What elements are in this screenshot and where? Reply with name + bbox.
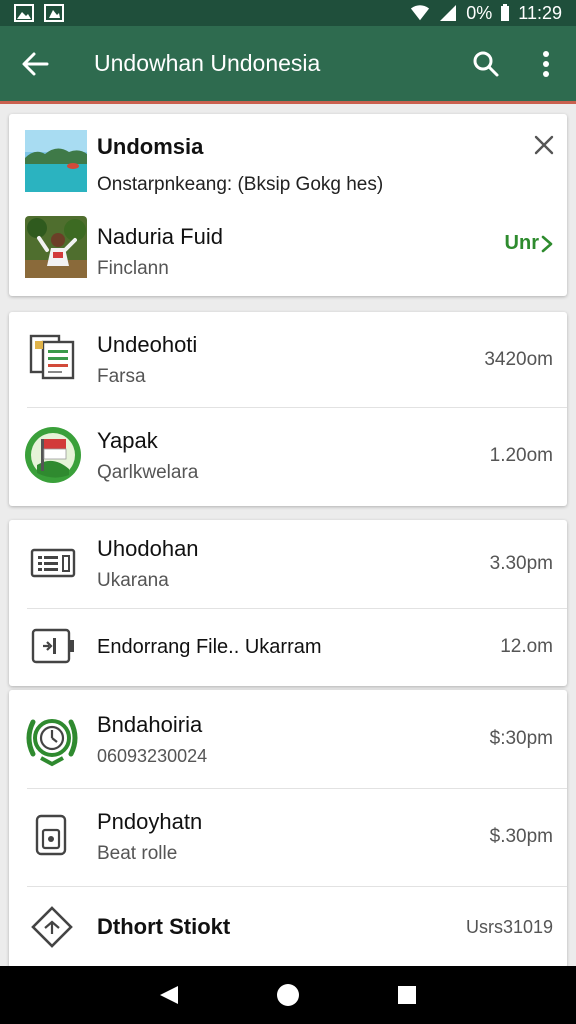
item-time: 12.om (500, 636, 553, 657)
person-thumbnail (25, 216, 87, 278)
image-notification-icon (44, 4, 64, 22)
list-card: Undeohoti Farsa 3420om Yapak Qarlkwelara… (9, 312, 567, 506)
item-title: Uhodohan (97, 536, 199, 561)
close-icon (534, 135, 554, 155)
signal-icon (440, 5, 457, 21)
search-icon (473, 51, 499, 76)
triangle-back-icon (160, 986, 179, 1004)
app-bar: Undowhan Undonesia (0, 26, 576, 104)
lake-thumbnail (25, 130, 87, 192)
item-title: Dthort Stiokt (97, 914, 231, 939)
item-title: Endorrang File.. Ukarram (97, 635, 322, 658)
battery-file-icon (31, 628, 74, 664)
item-time: 3.30pm (489, 553, 553, 574)
item-subtitle: Beat rolle (97, 843, 178, 864)
featured-item[interactable]: Naduria Fuid Finclann Unr (9, 206, 567, 296)
featured-item[interactable]: Undomsia Onstarpnkeang: (Bksip Gokg hes) (9, 114, 567, 206)
square-recents-icon (397, 986, 416, 1004)
item-subtitle: Ukarana (97, 570, 169, 591)
item-title: Yapak (97, 428, 158, 453)
image-notification-icon (14, 4, 34, 22)
item-time: 1.20om (489, 445, 553, 466)
item-time: Usrs31019 (465, 916, 553, 937)
nav-back-button[interactable] (149, 975, 189, 1015)
back-button[interactable] (0, 25, 70, 103)
list-item[interactable]: Yapak Qarlkwelara 1.20om (9, 407, 567, 505)
list-item[interactable]: Uhodohan Ukarana 3.30pm (9, 520, 567, 608)
featured-title: Undomsia (97, 134, 204, 159)
item-time: 3420om (484, 348, 553, 370)
flag-badge-icon (25, 427, 81, 483)
item-title: Bndahoiria (97, 711, 203, 737)
dismiss-button[interactable] (533, 134, 555, 161)
more-vert-icon (543, 50, 549, 77)
diamond-icon (31, 906, 73, 948)
phone-doc-icon (35, 814, 67, 856)
chevron-right-icon (541, 235, 553, 252)
list-item[interactable]: Undeohoti Farsa 3420om (9, 312, 567, 407)
featured-subtitle: Finclann (97, 258, 169, 279)
item-time: $:30pm (489, 728, 553, 749)
circle-home-icon (276, 984, 299, 1006)
featured-card: Undomsia Onstarpnkeang: (Bksip Gokg hes)… (9, 114, 567, 296)
battery-icon (501, 4, 510, 21)
wifi-icon (411, 5, 430, 21)
nav-home-button[interactable] (268, 975, 308, 1015)
battery-percent: 0% (466, 2, 493, 23)
document-icon (29, 334, 75, 380)
overflow-menu-button[interactable] (516, 25, 576, 103)
status-bar: 0% 11:29 (0, 0, 576, 26)
search-button[interactable] (456, 25, 516, 103)
item-subtitle: Qarlkwelara (97, 462, 199, 483)
featured-action-link[interactable]: Unr (505, 232, 553, 255)
list-card: Bndahoiria 06093230024 $:30pm Pndoyhatn … (9, 690, 567, 968)
list-item[interactable]: Pndoyhatn Beat rolle $.30pm (9, 788, 567, 886)
list-item[interactable]: Dthort Stiokt Usrs31019 (9, 886, 567, 968)
featured-title: Naduria Fuid (97, 224, 223, 249)
list-item[interactable]: Endorrang File.. Ukarram 12.om (9, 608, 567, 686)
list-card: Uhodohan Ukarana 3.30pm Endorrang File..… (9, 520, 567, 686)
list-box-icon (30, 548, 76, 578)
featured-action-label: Unr (504, 232, 539, 254)
item-title: Undeohoti (97, 331, 198, 357)
page-title: Undowhan Undonesia (94, 50, 321, 76)
clock: 11:29 (518, 2, 562, 23)
item-title: Pndoyhatn (97, 809, 203, 834)
item-time: $.30pm (489, 826, 553, 847)
back-arrow-icon (22, 52, 49, 75)
item-subtitle: Farsa (97, 365, 146, 387)
clock-wreath-icon (26, 719, 78, 767)
featured-subtitle: Onstarpnkeang: (Bksip Gokg hes) (97, 174, 384, 195)
list-item[interactable]: Bndahoiria 06093230024 $:30pm (9, 690, 567, 788)
nav-recents-button[interactable] (387, 975, 427, 1015)
system-nav-bar (0, 966, 576, 1024)
item-subtitle: 06093230024 (97, 745, 208, 766)
